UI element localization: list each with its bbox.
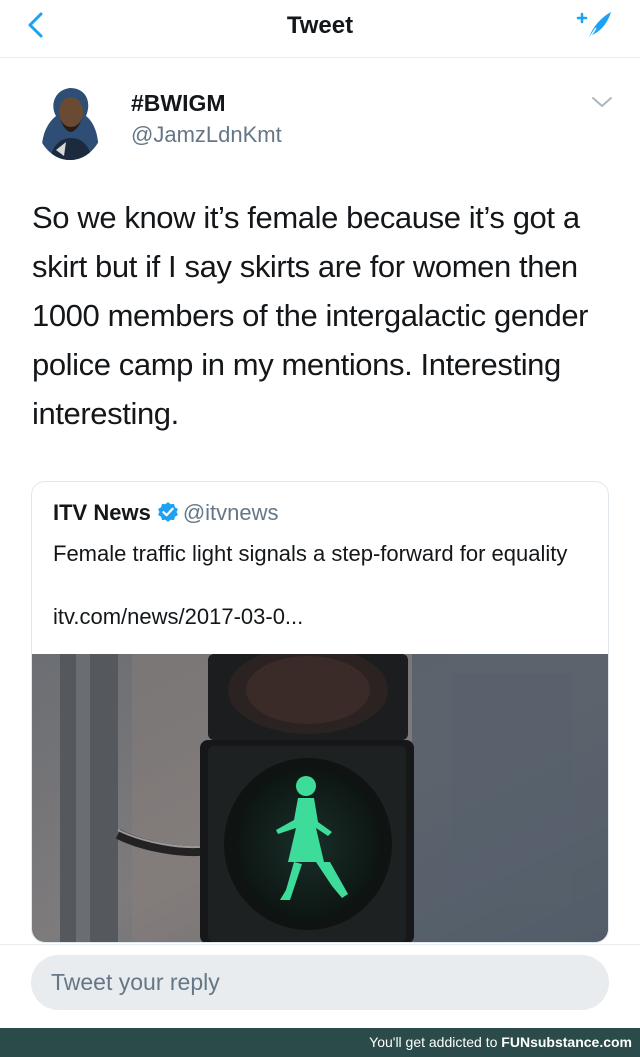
compose-tweet-icon[interactable] (574, 6, 614, 44)
reply-bar (0, 944, 640, 1028)
watermark-text: You'll get addicted to FUNsubstance.com (369, 1034, 632, 1050)
verified-badge-icon (157, 502, 178, 522)
page-title: Tweet (286, 12, 354, 39)
chevron-down-icon[interactable] (590, 94, 614, 110)
watermark-footer: You'll get addicted to FUNsubstance.com (0, 1028, 640, 1057)
watermark-prefix: You'll get addicted to (369, 1034, 502, 1050)
quoted-tweet-card[interactable]: ITV News @itvnews Female traffic light s… (31, 481, 609, 943)
tweet-header: #BWIGM @JamzLdnKmt (0, 70, 640, 170)
top-nav-bar: Tweet (0, 0, 640, 58)
user-handle[interactable]: @JamzLdnKmt (131, 122, 282, 148)
avatar[interactable] (36, 80, 104, 160)
tweet-text: So we know it’s female because it’s got … (32, 200, 589, 431)
display-name[interactable]: #BWIGM (131, 90, 226, 117)
quoted-tweet-link[interactable]: itv.com/news/2017-03-0... (53, 604, 303, 630)
quoted-author-handle: @itvnews (182, 500, 279, 525)
traffic-light-photo[interactable] (32, 654, 609, 943)
quoted-tweet-text: Female traffic light signals a step-forw… (53, 541, 568, 566)
quoted-tweet-header: ITV News @itvnews (53, 500, 279, 526)
reply-input[interactable] (31, 955, 609, 1010)
quoted-author-name: ITV News (53, 500, 151, 525)
watermark-brand: FUNsubstance.com (501, 1034, 632, 1050)
